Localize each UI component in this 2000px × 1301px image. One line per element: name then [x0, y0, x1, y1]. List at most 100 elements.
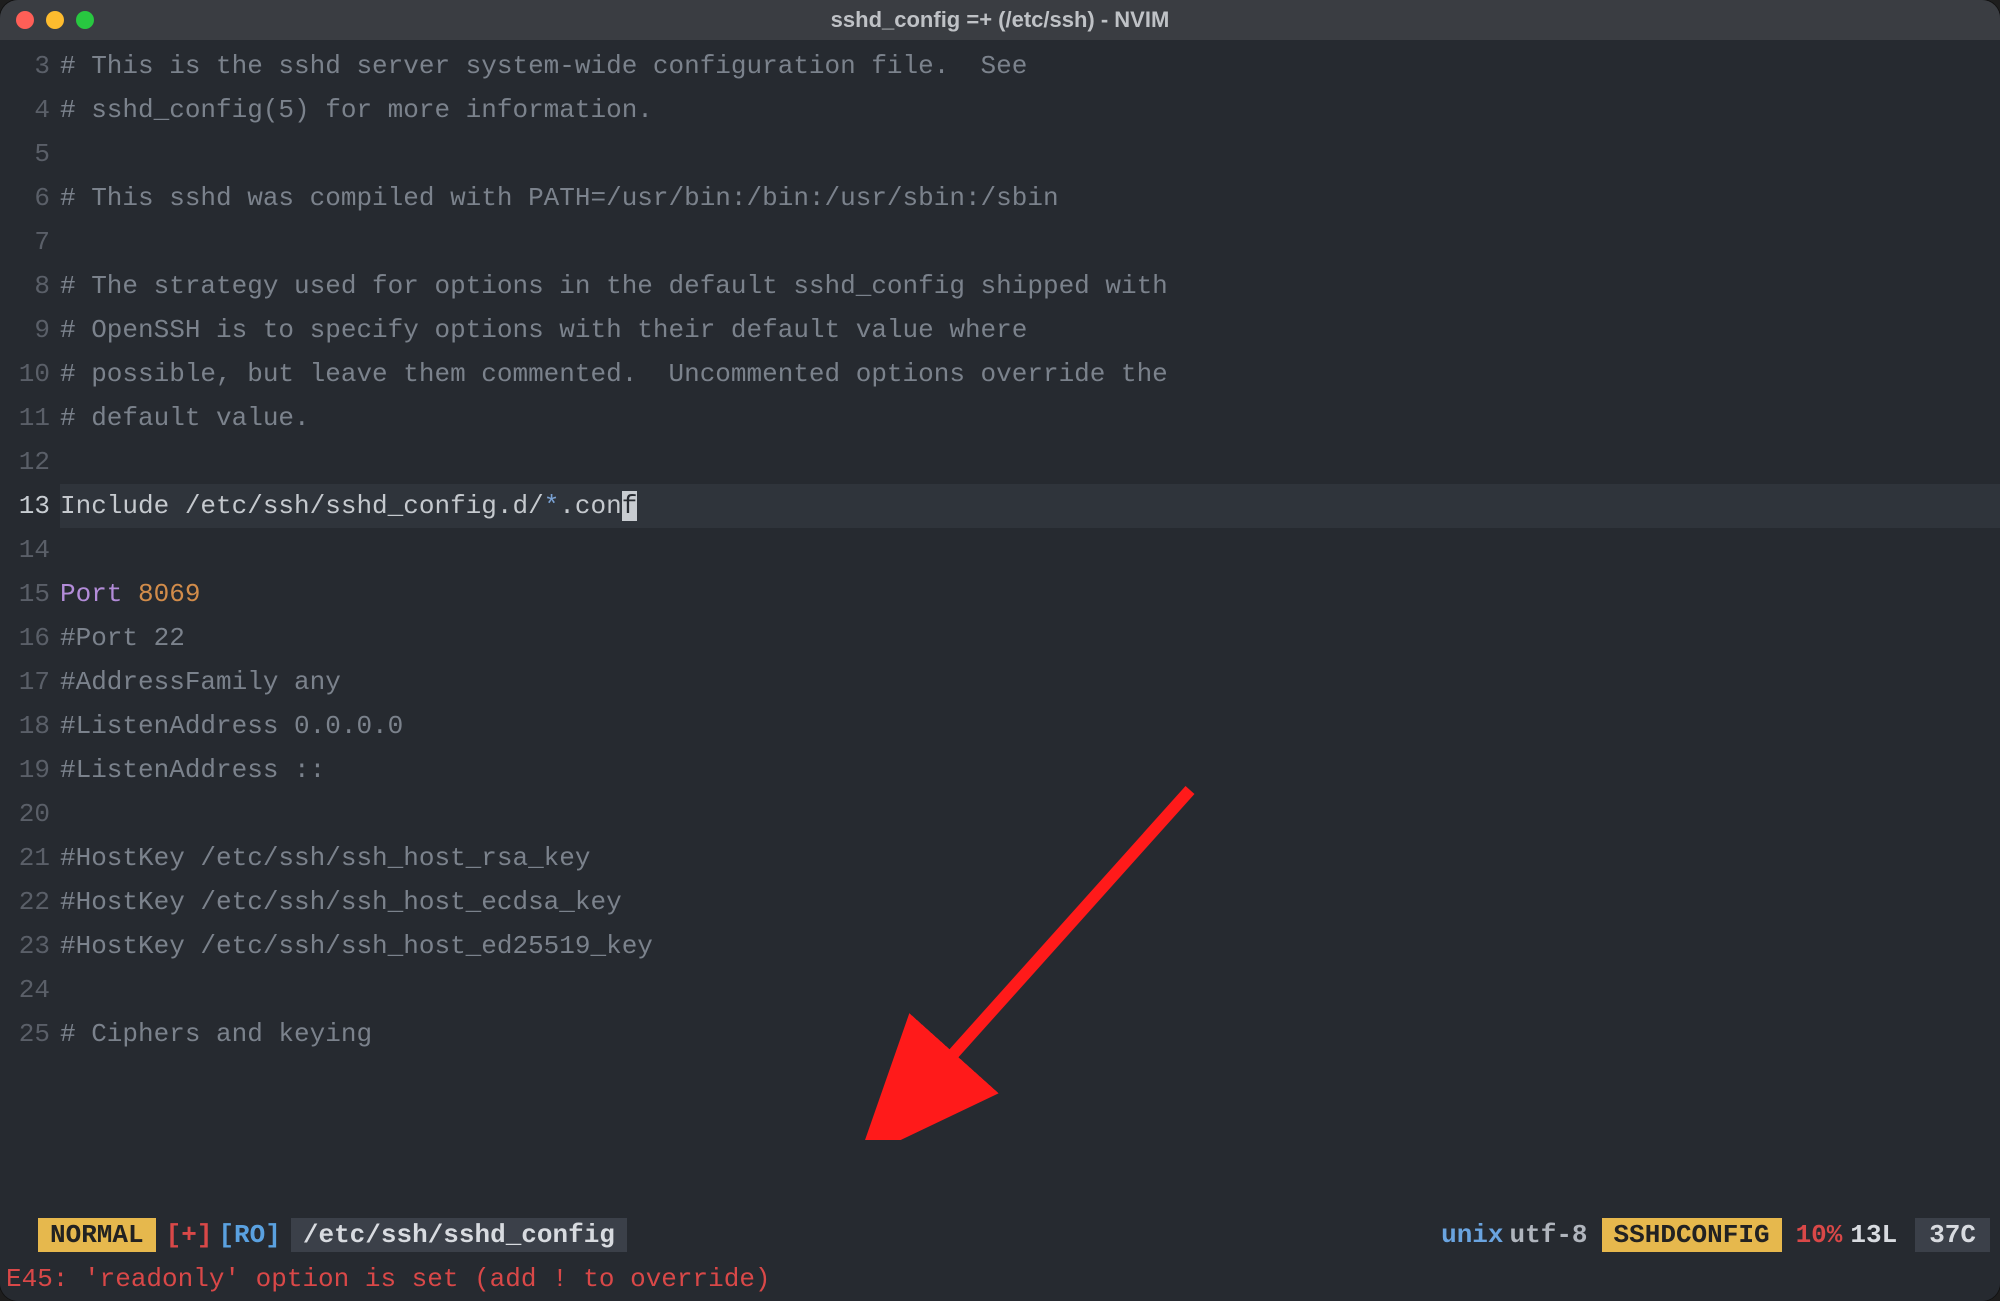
modified-flag: [+] [166, 1220, 213, 1250]
comment-text: # This sshd was compiled with PATH=/usr/… [60, 183, 1059, 213]
line-content[interactable]: Include /etc/ssh/sshd_config.d/*.conf [60, 484, 2000, 528]
editor-line[interactable]: 4# sshd_config(5) for more information. [0, 88, 2000, 132]
editor-line[interactable]: 14 [0, 528, 2000, 572]
window-title: sshd_config =+ (/etc/ssh) - NVIM [0, 7, 2000, 33]
line-number-gutter: 20 [0, 792, 60, 836]
traffic-lights [16, 11, 94, 29]
line-content[interactable] [60, 220, 2000, 264]
editor-line[interactable]: 9# OpenSSH is to specify options with th… [0, 308, 2000, 352]
line-content[interactable]: #HostKey /etc/ssh/ssh_host_rsa_key [60, 836, 2000, 880]
line-content[interactable]: # possible, but leave them commented. Un… [60, 352, 2000, 396]
editor-line[interactable]: 5 [0, 132, 2000, 176]
comment-text: # This is the sshd server system-wide co… [60, 51, 1027, 81]
cursor: f [622, 491, 638, 521]
line-content[interactable]: # sshd_config(5) for more information. [60, 88, 2000, 132]
line-content[interactable]: #Port 22 [60, 616, 2000, 660]
filetype: SSHDCONFIG [1602, 1218, 1782, 1252]
path-text: Include /etc/ssh/sshd_config.d/ [60, 491, 544, 521]
editor-line[interactable]: 11# default value. [0, 396, 2000, 440]
line-number-gutter: 12 [0, 440, 60, 484]
star-text: * [544, 491, 560, 521]
comment-text: #Port 22 [60, 623, 185, 653]
number-text: 8069 [138, 579, 200, 609]
comment-text: # OpenSSH is to specify options with the… [60, 315, 1027, 345]
editor-line[interactable]: 25# Ciphers and keying [0, 1012, 2000, 1056]
comment-text: #HostKey /etc/ssh/ssh_host_rsa_key [60, 843, 591, 873]
comment-text: #ListenAddress :: [60, 755, 325, 785]
comment-text: # Ciphers and keying [60, 1019, 372, 1049]
line-content[interactable]: # OpenSSH is to specify options with the… [60, 308, 2000, 352]
editor-line[interactable]: 21#HostKey /etc/ssh/ssh_host_rsa_key [0, 836, 2000, 880]
line-number-gutter: 9 [0, 308, 60, 352]
keyword-text: Port [60, 579, 138, 609]
fileformat: unix [1441, 1220, 1503, 1250]
editor-line[interactable]: 7 [0, 220, 2000, 264]
editor-line[interactable]: 22#HostKey /etc/ssh/ssh_host_ecdsa_key [0, 880, 2000, 924]
comment-text: #HostKey /etc/ssh/ssh_host_ed25519_key [60, 931, 653, 961]
editor-line[interactable]: 17#AddressFamily any [0, 660, 2000, 704]
line-number-gutter: 3 [0, 44, 60, 88]
line-number-gutter: 5 [0, 132, 60, 176]
editor-line[interactable]: 3# This is the sshd server system-wide c… [0, 44, 2000, 88]
line-number-gutter: 24 [0, 968, 60, 1012]
comment-text: #AddressFamily any [60, 667, 341, 697]
line-number-gutter: 22 [0, 880, 60, 924]
line-content[interactable] [60, 528, 2000, 572]
editor-line[interactable]: 16#Port 22 [0, 616, 2000, 660]
comment-text: #ListenAddress 0.0.0.0 [60, 711, 403, 741]
column-number: 37C [1915, 1218, 1990, 1252]
line-content[interactable]: #AddressFamily any [60, 660, 2000, 704]
editor-line[interactable]: 23#HostKey /etc/ssh/ssh_host_ed25519_key [0, 924, 2000, 968]
comment-text: # possible, but leave them commented. Un… [60, 359, 1168, 389]
line-content[interactable] [60, 440, 2000, 484]
line-content[interactable]: #ListenAddress :: [60, 748, 2000, 792]
comment-text: # default value. [60, 403, 310, 433]
line-content[interactable]: Port 8069 [60, 572, 2000, 616]
line-content[interactable] [60, 132, 2000, 176]
close-icon[interactable] [16, 11, 34, 29]
editor-line[interactable]: 20 [0, 792, 2000, 836]
line-content[interactable]: # This is the sshd server system-wide co… [60, 44, 2000, 88]
line-number-gutter: 21 [0, 836, 60, 880]
line-number-gutter: 7 [0, 220, 60, 264]
editor-line[interactable]: 8# The strategy used for options in the … [0, 264, 2000, 308]
editor-line[interactable]: 15Port 8069 [0, 572, 2000, 616]
statusline: NORMAL [+] [RO] /etc/ssh/sshd_config uni… [0, 1213, 2000, 1257]
scroll-percent: 10% [1796, 1220, 1843, 1250]
line-content[interactable] [60, 792, 2000, 836]
line-content[interactable] [60, 968, 2000, 1012]
line-content[interactable]: # This sshd was compiled with PATH=/usr/… [60, 176, 2000, 220]
line-content[interactable]: #ListenAddress 0.0.0.0 [60, 704, 2000, 748]
comment-text: # sshd_config(5) for more information. [60, 95, 653, 125]
line-number-gutter: 11 [0, 396, 60, 440]
line-number-gutter: 15 [0, 572, 60, 616]
line-number-gutter: 16 [0, 616, 60, 660]
line-content[interactable]: #HostKey /etc/ssh/ssh_host_ed25519_key [60, 924, 2000, 968]
line-content[interactable]: # default value. [60, 396, 2000, 440]
titlebar: sshd_config =+ (/etc/ssh) - NVIM [0, 0, 2000, 40]
line-number-gutter: 17 [0, 660, 60, 704]
editor-line[interactable]: 10# possible, but leave them commented. … [0, 352, 2000, 396]
editor-line[interactable]: 13Include /etc/ssh/sshd_config.d/*.conf [0, 484, 2000, 528]
minimize-icon[interactable] [46, 11, 64, 29]
editor-area[interactable]: 3# This is the sshd server system-wide c… [0, 40, 2000, 1213]
line-number-gutter: 25 [0, 1012, 60, 1056]
line-content[interactable]: # The strategy used for options in the d… [60, 264, 2000, 308]
line-number-gutter: 18 [0, 704, 60, 748]
line-number-gutter: 4 [0, 88, 60, 132]
editor-line[interactable]: 18#ListenAddress 0.0.0.0 [0, 704, 2000, 748]
command-line[interactable]: E45: 'readonly' option is set (add ! to … [0, 1257, 2000, 1301]
editor-line[interactable]: 24 [0, 968, 2000, 1012]
line-number-gutter: 19 [0, 748, 60, 792]
zoom-icon[interactable] [76, 11, 94, 29]
line-number-gutter: 14 [0, 528, 60, 572]
editor-line[interactable]: 19#ListenAddress :: [0, 748, 2000, 792]
editor-line[interactable]: 6# This sshd was compiled with PATH=/usr… [0, 176, 2000, 220]
line-content[interactable]: # Ciphers and keying [60, 1012, 2000, 1056]
mode-indicator: NORMAL [38, 1218, 156, 1252]
editor-line[interactable]: 12 [0, 440, 2000, 484]
terminal-window: sshd_config =+ (/etc/ssh) - NVIM 3# This… [0, 0, 2000, 1301]
comment-text: #HostKey /etc/ssh/ssh_host_ecdsa_key [60, 887, 622, 917]
line-number-gutter: 6 [0, 176, 60, 220]
line-content[interactable]: #HostKey /etc/ssh/ssh_host_ecdsa_key [60, 880, 2000, 924]
